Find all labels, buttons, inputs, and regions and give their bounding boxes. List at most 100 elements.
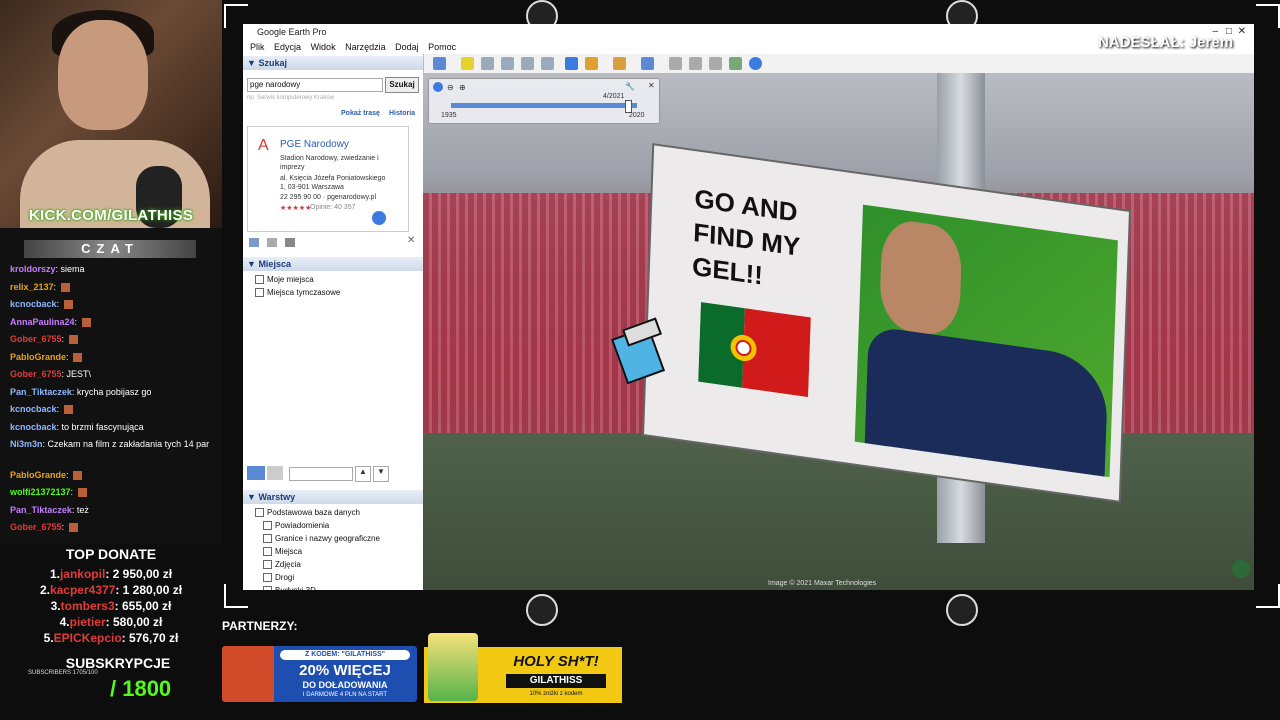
result-rating: Opinie: 40 357 xyxy=(310,204,356,211)
maps-icon[interactable] xyxy=(729,57,742,70)
sun-icon[interactable] xyxy=(585,57,598,70)
checkbox-icon[interactable] xyxy=(263,586,272,590)
earth-icon[interactable] xyxy=(749,57,762,70)
chat-username[interactable]: Gober_6755 xyxy=(10,369,62,379)
arrow-up-icon[interactable]: ▲ xyxy=(355,466,371,482)
subscriptions-title: SUBSKRYPCJE xyxy=(65,655,171,671)
layer-item[interactable]: Drogi xyxy=(263,573,294,583)
panel-toggle-icon[interactable] xyxy=(267,466,283,480)
zoom-in-icon[interactable]: ⊕ xyxy=(459,83,466,92)
sidebar-toggle-icon[interactable] xyxy=(433,57,446,70)
checkbox-icon[interactable] xyxy=(255,275,264,285)
chat-text: też xyxy=(76,504,89,515)
chat-username[interactable]: AnnaPaulina24 xyxy=(10,317,75,327)
chat-username[interactable]: Gober_6755 xyxy=(10,334,62,344)
donate-name: tombers3 xyxy=(60,599,115,613)
chat-username[interactable]: relix_2137 xyxy=(10,282,54,292)
checkbox-icon[interactable] xyxy=(263,547,272,557)
menu-pomoc[interactable]: Pomoc xyxy=(428,40,456,54)
add-folder-icon[interactable] xyxy=(249,238,259,247)
layers-root[interactable]: Podstawowa baza danych xyxy=(255,508,360,518)
chat-username[interactable]: PabloGrande xyxy=(10,470,66,480)
result-phone: 22 295 90 00 · pgenarodowy.pl xyxy=(280,194,376,201)
historical-imagery-icon[interactable] xyxy=(565,57,578,70)
wrench-icon[interactable]: 🔧 xyxy=(625,82,635,91)
result-title[interactable]: PGE Narodowy xyxy=(280,139,349,150)
ad1-sub: DO DOŁADOWANIA xyxy=(302,680,388,690)
search-input[interactable]: pge narodowy xyxy=(247,78,383,92)
chat-username[interactable]: kcnocback xyxy=(10,299,57,309)
donate-rank: 1. xyxy=(49,567,60,581)
menu-plik[interactable]: Plik xyxy=(250,40,265,54)
checkbox-icon[interactable] xyxy=(263,573,272,583)
chat-username[interactable]: Ni3m3n xyxy=(10,439,43,449)
ad1-headline: 20% WIĘCEJ xyxy=(299,662,391,679)
clock-icon[interactable] xyxy=(433,82,443,92)
chat-username[interactable]: kcnocback xyxy=(10,404,57,414)
chat-username[interactable]: Gober_6755 xyxy=(10,522,62,532)
layers-panel-title: Warstwy xyxy=(258,492,296,502)
history-link[interactable]: Historia xyxy=(389,110,415,117)
zoom-out-icon[interactable]: ⊖ xyxy=(447,83,454,92)
tour-icon[interactable] xyxy=(541,57,554,70)
places-filter-input[interactable] xyxy=(289,467,353,481)
search-places-icon[interactable] xyxy=(247,466,265,480)
chat-username[interactable]: Pan_Tiktaczek xyxy=(10,505,72,515)
timeline-track[interactable] xyxy=(451,103,637,108)
search-result-card[interactable]: A PGE Narodowy Stadion Narodowy, zwiedza… xyxy=(247,126,409,232)
places-panel-header[interactable]: ▼ Miejsca xyxy=(243,257,423,271)
search-button[interactable]: Szukaj xyxy=(385,77,419,93)
checkbox-icon[interactable] xyxy=(263,560,272,570)
overlay-icon[interactable] xyxy=(521,57,534,70)
places-item-temporary[interactable]: Miejsca tymczasowe xyxy=(255,288,340,298)
chat-username[interactable]: kroldorszy xyxy=(10,264,56,274)
emote-icon xyxy=(68,523,78,533)
planets-icon[interactable] xyxy=(613,57,626,70)
close-icon[interactable]: ✕ xyxy=(1238,24,1246,40)
show-route-link[interactable]: Pokaż trasę xyxy=(341,110,380,117)
layer-item[interactable]: Zdjęcia xyxy=(263,560,301,570)
arrow-down-icon[interactable]: ▼ xyxy=(373,466,389,482)
map-3d-view[interactable]: GO AND FIND MY GEL!! xyxy=(423,73,1254,590)
chat-text: Czekam na film z zakładania tych 14 par xyxy=(47,439,210,449)
top-donate-entry: 3.tombers3: 655,00 zł xyxy=(0,599,222,613)
ruler-icon[interactable] xyxy=(641,57,654,70)
close-timeline-icon[interactable]: ✕ xyxy=(648,81,655,90)
menu-edycja[interactable]: Edycja xyxy=(274,40,301,54)
layer-item[interactable]: Powiadomienia xyxy=(263,521,329,531)
layers-panel-header[interactable]: ▼ Warstwy xyxy=(243,490,423,504)
places-item-my-places[interactable]: Moje miejsca xyxy=(255,275,314,285)
layer-item[interactable]: Granice i nazwy geograficzne xyxy=(263,534,380,544)
ad1-code-label: Z KODEM: "GILATHISS" xyxy=(280,650,410,660)
chat-message: relix_2137: xyxy=(10,281,215,294)
search-panel-header[interactable]: ▼ Szukaj xyxy=(243,56,423,70)
polygon-icon[interactable] xyxy=(481,57,494,70)
checkbox-icon[interactable] xyxy=(263,521,272,531)
menu-narzedzia[interactable]: Narzędzia xyxy=(345,40,386,54)
path-icon[interactable] xyxy=(501,57,514,70)
copy-icon[interactable] xyxy=(267,238,277,247)
checkbox-icon[interactable] xyxy=(255,508,264,518)
print-small-icon[interactable] xyxy=(285,238,295,247)
print-icon[interactable] xyxy=(689,57,702,70)
close-search-icon[interactable]: ✕ xyxy=(407,235,415,246)
chat-username[interactable]: kcnocback xyxy=(10,422,57,432)
partner-ad-casedrop: Z KODEM: "GILATHISS" 20% WIĘCEJ DO DOŁAD… xyxy=(222,646,417,702)
chat-username[interactable]: Pan_Tiktaczek xyxy=(10,387,72,397)
email-icon[interactable] xyxy=(669,57,682,70)
chat-username[interactable]: wolfi21372137 xyxy=(10,487,71,497)
checkbox-icon[interactable] xyxy=(255,288,264,298)
timeline-end: 2020 xyxy=(629,112,645,119)
layer-item[interactable]: Miejsca xyxy=(263,547,302,557)
subscribers-count-small: SUBSCRIBERS 1705/100 xyxy=(28,670,98,676)
layer-item[interactable]: Budynki 3D xyxy=(263,586,316,590)
save-image-icon[interactable] xyxy=(709,57,722,70)
timeline-slider[interactable]: ⊖ ⊕ 🔧 ✕ 4/2021 1935 2020 xyxy=(428,78,660,124)
globe-icon[interactable] xyxy=(372,211,386,225)
menu-widok[interactable]: Widok xyxy=(311,40,336,54)
checkbox-icon[interactable] xyxy=(263,534,272,544)
placemark-icon[interactable] xyxy=(461,57,474,70)
chat-username[interactable]: PabloGrande xyxy=(10,352,66,362)
chat-text: krycha pobijasz go xyxy=(76,386,152,397)
menu-dodaj[interactable]: Dodaj xyxy=(395,40,419,54)
